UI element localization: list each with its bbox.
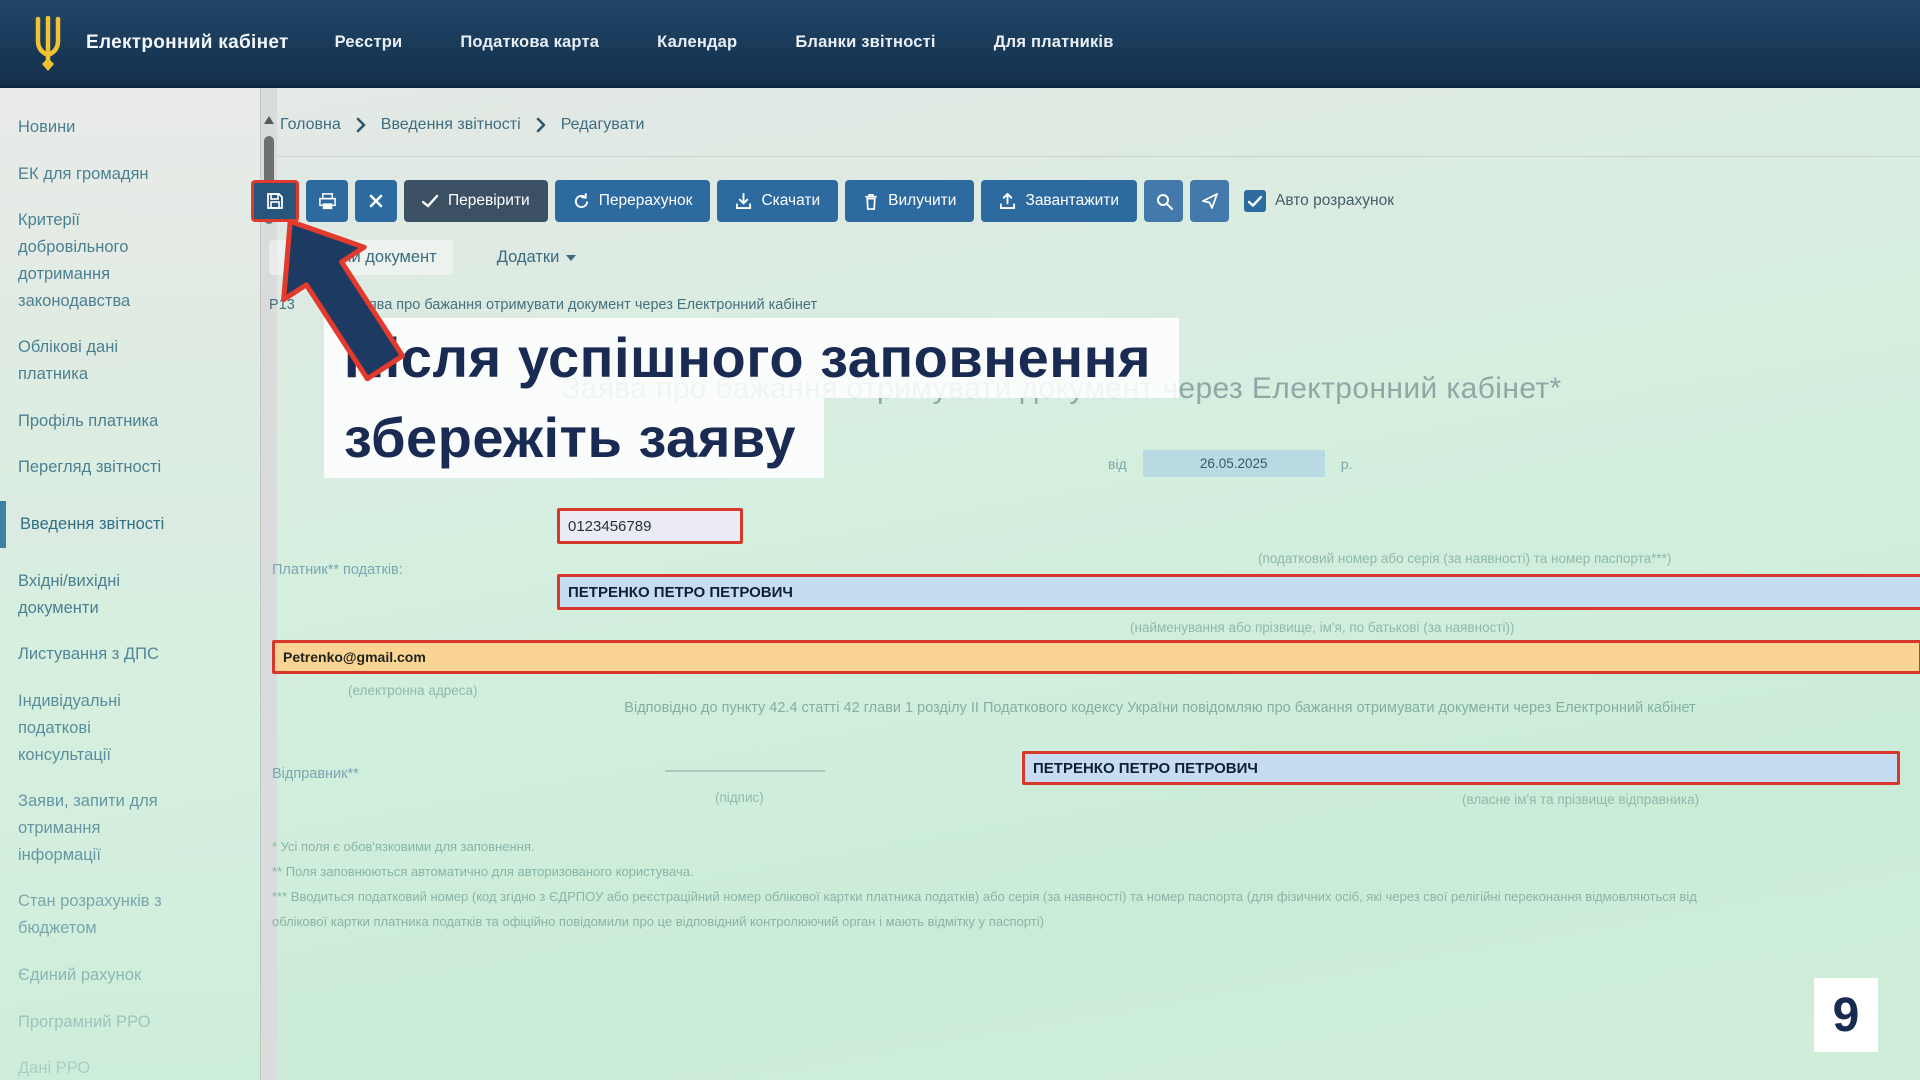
upload-label: Завантажити <box>1025 192 1119 210</box>
nav-item-0[interactable]: Реєстри <box>335 33 403 52</box>
sidebar-item-8[interactable]: Листування з ДПС <box>18 641 180 668</box>
nav-item-4[interactable]: Для платників <box>994 33 1114 52</box>
download-button[interactable]: Скачати <box>717 180 838 222</box>
sender-name-field[interactable]: ПЕТРЕНКО ПЕТРО ПЕТРОВИЧ <box>1022 751 1900 785</box>
sidebar-item-12[interactable]: Єдиний рахунок <box>18 962 180 989</box>
sidebar-item-7[interactable]: Вхідні/вихідні документи <box>18 568 180 621</box>
signature-hint: (підпис) <box>715 790 764 805</box>
nav-item-3[interactable]: Бланки звітності <box>795 33 935 52</box>
upload-icon <box>999 193 1016 210</box>
breadcrumb-chevron-icon <box>356 117 366 133</box>
tax-number-hint: (податковий номер або серія (за наявност… <box>1258 551 1671 566</box>
sidebar-item-1[interactable]: ЕК для громадян <box>18 161 180 188</box>
sender-name-hint: (власне ім'я та прізвище відправника) <box>1462 792 1699 807</box>
search-icon <box>1155 192 1173 210</box>
instruction-overlay: Після успішного заповнення збережіть зая… <box>324 318 1179 478</box>
breadcrumb-item-0[interactable]: Головна <box>280 116 341 134</box>
footnote-2: *** Вводиться податковий номер (код згід… <box>272 884 1697 909</box>
save-icon <box>265 191 285 211</box>
footnote-1: ** Поля заповнюються автоматично для авт… <box>272 859 1697 884</box>
close-icon <box>369 194 383 208</box>
page-number-badge: 9 <box>1814 978 1878 1052</box>
statement-text: Відповідно до пункту 42.4 статті 42 глав… <box>520 700 1800 716</box>
email-hint: (електронна адреса) <box>348 683 478 698</box>
send-icon <box>1201 192 1219 210</box>
checkbox-check-icon <box>1248 196 1262 207</box>
auto-calc-label: Авто розрахунок <box>1275 192 1394 210</box>
instruction-line-2: збережіть заяву <box>324 398 824 478</box>
sidebar-item-13[interactable]: Програмний РРО <box>18 1009 180 1036</box>
document-toolbar: Перевірити Перерахунок Скачати Вилучити <box>251 180 1394 222</box>
breadcrumb: Головна Введення звітності Редагувати <box>280 116 644 134</box>
send-button[interactable] <box>1190 180 1229 222</box>
search-button[interactable] <box>1144 180 1183 222</box>
sidebar: Новини ЕК для громадян Критерії добровільн… <box>0 88 260 1080</box>
breadcrumb-chevron-icon <box>536 117 546 133</box>
footnotes: * Усі поля є обов'язковими для заповненн… <box>272 834 1697 934</box>
upload-button[interactable]: Завантажити <box>981 180 1137 222</box>
auto-calc-checkbox[interactable] <box>1244 190 1266 212</box>
app-title[interactable]: Електронний кабінет <box>86 32 289 54</box>
trash-icon <box>863 193 879 210</box>
signature-line <box>665 770 825 772</box>
trident-logo <box>26 14 70 72</box>
sidebar-item-9[interactable]: Індивідуальні податкові консультації <box>18 688 180 768</box>
download-icon <box>735 193 752 210</box>
sender-label: Відправник** <box>272 766 359 782</box>
footnote-0: * Усі поля є обов'язковими для заповненн… <box>272 834 1697 859</box>
sidebar-item-4[interactable]: Профіль платника <box>18 408 180 435</box>
download-label: Скачати <box>761 192 820 210</box>
sidebar-item-5[interactable]: Перегляд звітності <box>18 454 180 481</box>
caret-down-icon <box>566 255 576 261</box>
email-field[interactable]: Petrenko@gmail.com <box>272 640 1920 674</box>
payer-name-hint: (найменування або прізвище, ім'я, по бат… <box>1130 620 1515 635</box>
nav-item-1[interactable]: Податкова карта <box>460 33 599 52</box>
verify-label: Перевірити <box>448 192 530 210</box>
breadcrumb-item-1[interactable]: Введення звітності <box>381 116 521 134</box>
payer-label: Платник** податків: <box>272 562 403 578</box>
sidebar-item-3[interactable]: Облікові дані платника <box>18 334 180 387</box>
sidebar-item-10[interactable]: Заяви, запити для отримання інформації <box>18 788 180 868</box>
footnote-3: облікової картки платника податків та оф… <box>272 909 1697 934</box>
tab-attachments[interactable]: Додатки <box>497 248 577 267</box>
date-suffix: р. <box>1341 456 1353 472</box>
sidebar-item-6[interactable]: Введення звітності <box>0 501 254 548</box>
breadcrumb-item-2[interactable]: Редагувати <box>561 116 645 134</box>
delete-label: Вилучити <box>888 192 956 210</box>
tax-number-field[interactable]: 0123456789 <box>557 508 743 544</box>
instruction-line-1: Після успішного заповнення <box>324 318 1179 398</box>
tab-attachments-label: Додатки <box>497 248 560 267</box>
top-nav: Електронний кабінет Реєстри Податкова кар… <box>0 0 1920 88</box>
scrollbar-up-arrow-icon[interactable] <box>264 116 274 124</box>
sidebar-item-0[interactable]: Новини <box>18 114 180 141</box>
document-code-title: Заява про бажання отримувати документ че… <box>352 297 817 313</box>
recalculate-button[interactable]: Перерахунок <box>555 180 711 222</box>
payer-name-field[interactable]: ПЕТРЕНКО ПЕТРО ПЕТРОВИЧ <box>557 574 1920 610</box>
sidebar-item-2[interactable]: Критерії добровільного дотримання законо… <box>18 207 180 314</box>
app-window: Електронний кабінет Реєстри Податкова кар… <box>0 0 1920 1080</box>
check-icon <box>422 194 439 208</box>
verify-button[interactable]: Перевірити <box>404 180 548 222</box>
sidebar-item-14[interactable]: Дані РРО <box>18 1055 180 1080</box>
close-button[interactable] <box>355 180 397 222</box>
sidebar-item-11[interactable]: Стан розрахунків з бюджетом <box>18 888 180 941</box>
refresh-icon <box>573 193 590 210</box>
nav-item-2[interactable]: Календар <box>657 33 737 52</box>
recalculate-label: Перерахунок <box>599 192 693 210</box>
delete-button[interactable]: Вилучити <box>845 180 974 222</box>
nav-menu: Реєстри Податкова карта Календар Бланки зві… <box>335 33 1114 52</box>
toolbar-divider <box>277 156 1920 157</box>
auto-calc-control: Авто розрахунок <box>1244 190 1394 212</box>
